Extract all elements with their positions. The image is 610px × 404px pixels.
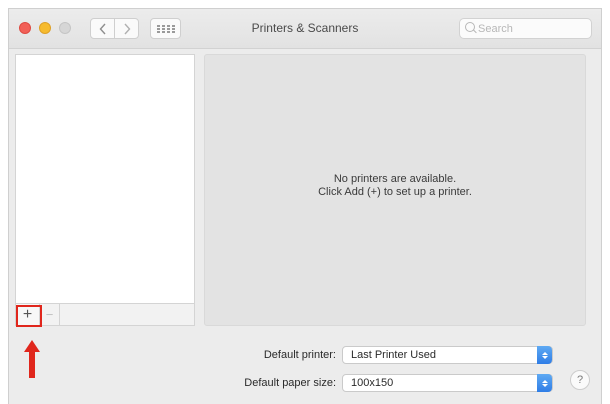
empty-message-line-2: Click Add (+) to set up a printer. — [318, 186, 472, 198]
default-printer-label: Default printer: — [263, 349, 336, 361]
help-button[interactable]: ? — [570, 370, 590, 390]
search-icon — [465, 22, 475, 32]
empty-state-message: No printers are available. Click Add (+)… — [205, 173, 585, 199]
search-input[interactable] — [478, 22, 578, 35]
search-field[interactable] — [459, 18, 592, 39]
default-printer-value: Last Printer Used — [351, 349, 436, 361]
printer-list[interactable] — [15, 54, 195, 304]
add-button-highlight — [16, 305, 42, 327]
default-printer-row: Default printer: — [200, 346, 336, 364]
default-paper-size-value: 100x150 — [351, 377, 394, 389]
empty-message-line-1: No printers are available. — [333, 173, 457, 185]
red-arrow-annotation — [24, 340, 40, 378]
default-printer-select[interactable]: Last Printer Used — [342, 346, 553, 364]
printer-detail-pane: No printers are available. Click Add (+)… — [204, 54, 586, 326]
select-stepper-icon — [537, 374, 552, 392]
printer-list-toolbar: + − — [15, 304, 195, 326]
title-bar: Printers & Scanners — [9, 9, 601, 49]
default-paper-size-select[interactable]: 100x150 — [342, 374, 553, 392]
remove-printer-button[interactable]: − — [40, 304, 60, 325]
default-paper-row: Default paper size: — [200, 374, 336, 392]
select-stepper-icon — [537, 346, 552, 364]
default-paper-size-label: Default paper size: — [244, 377, 336, 389]
